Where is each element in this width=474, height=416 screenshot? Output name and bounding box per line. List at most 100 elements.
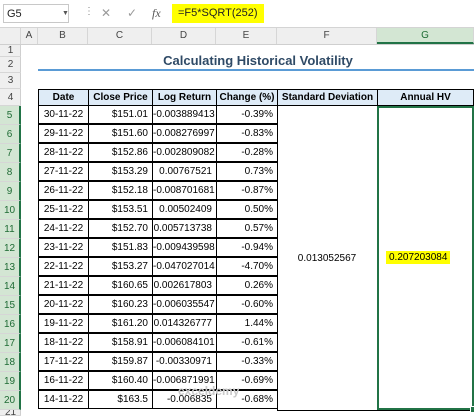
close-price-cell[interactable]: $160.23 bbox=[88, 295, 153, 314]
row-header-2[interactable]: 2 bbox=[0, 57, 21, 73]
date-cell[interactable]: 22-11-22 bbox=[38, 257, 89, 276]
log-return-cell[interactable]: 0.00502409 bbox=[152, 200, 217, 219]
change-cell[interactable]: -0.33% bbox=[216, 352, 278, 371]
row-header-15[interactable]: 15 bbox=[0, 296, 21, 315]
cancel-icon[interactable]: ✕ bbox=[101, 5, 111, 21]
date-cell[interactable]: 27-11-22 bbox=[38, 162, 89, 181]
change-cell[interactable]: 0.50% bbox=[216, 200, 278, 219]
close-price-cell[interactable]: $151.01 bbox=[88, 105, 153, 124]
change-cell[interactable]: -0.60% bbox=[216, 295, 278, 314]
date-cell[interactable]: 21-11-22 bbox=[38, 276, 89, 295]
log-return-cell[interactable]: 0.005713738 bbox=[152, 219, 217, 238]
date-cell[interactable]: 23-11-22 bbox=[38, 238, 89, 257]
header-annual-hv[interactable]: Annual HV bbox=[377, 89, 474, 106]
column-header-g[interactable]: G bbox=[377, 28, 474, 44]
row-header-18[interactable]: 18 bbox=[0, 353, 21, 372]
change-cell[interactable]: 0.73% bbox=[216, 162, 278, 181]
close-price-cell[interactable]: $153.27 bbox=[88, 257, 153, 276]
column-header-f[interactable]: F bbox=[277, 28, 377, 44]
row-header-4[interactable]: 4 bbox=[0, 89, 21, 106]
change-cell[interactable]: 1.44% bbox=[216, 314, 278, 333]
change-cell[interactable]: -0.94% bbox=[216, 238, 278, 257]
date-cell[interactable]: 14-11-22 bbox=[38, 390, 89, 409]
log-return-cell[interactable]: -0.047027014 bbox=[152, 257, 217, 276]
change-cell[interactable]: 0.26% bbox=[216, 276, 278, 295]
log-return-cell[interactable]: -0.009439598 bbox=[152, 238, 217, 257]
row-header-21[interactable]: 21 bbox=[0, 410, 21, 416]
header-standard-deviation[interactable]: Standard Deviation bbox=[277, 89, 378, 106]
date-cell[interactable]: 20-11-22 bbox=[38, 295, 89, 314]
date-cell[interactable]: 26-11-22 bbox=[38, 181, 89, 200]
change-cell[interactable]: 0.57% bbox=[216, 219, 278, 238]
close-price-cell[interactable]: $152.18 bbox=[88, 181, 153, 200]
log-return-cell[interactable]: 0.002617803 bbox=[152, 276, 217, 295]
row-header-12[interactable]: 12 bbox=[0, 239, 21, 258]
row-header-17[interactable]: 17 bbox=[0, 334, 21, 353]
log-return-cell[interactable]: -0.008276997 bbox=[152, 124, 217, 143]
close-price-cell[interactable]: $159.87 bbox=[88, 352, 153, 371]
fill-handle[interactable] bbox=[470, 406, 474, 413]
name-box[interactable]: G5 bbox=[3, 4, 69, 23]
formula-input[interactable]: =F5*SQRT(252) bbox=[172, 4, 264, 23]
date-cell[interactable]: 28-11-22 bbox=[38, 143, 89, 162]
log-return-cell[interactable]: -0.002809082 bbox=[152, 143, 217, 162]
close-price-cell[interactable]: $152.86 bbox=[88, 143, 153, 162]
change-cell[interactable]: -4.70% bbox=[216, 257, 278, 276]
header-log-return[interactable]: Log Return bbox=[152, 89, 217, 106]
close-price-cell[interactable]: $163.5 bbox=[88, 390, 153, 409]
confirm-icon[interactable]: ✓ bbox=[127, 5, 137, 21]
row-header-3[interactable]: 3 bbox=[0, 73, 21, 89]
header-close-price[interactable]: Close Price bbox=[88, 89, 153, 106]
row-header-13[interactable]: 13 bbox=[0, 258, 21, 277]
date-cell[interactable]: 16-11-22 bbox=[38, 371, 89, 390]
log-return-cell[interactable]: -0.006084101 bbox=[152, 333, 217, 352]
close-price-cell[interactable]: $151.60 bbox=[88, 124, 153, 143]
log-return-cell[interactable]: -0.008701681 bbox=[152, 181, 217, 200]
header-change[interactable]: Change (%) bbox=[216, 89, 278, 106]
date-cell[interactable]: 30-11-22 bbox=[38, 105, 89, 124]
row-header-7[interactable]: 7 bbox=[0, 144, 21, 163]
log-return-cell[interactable]: 0.014326777 bbox=[152, 314, 217, 333]
row-header-6[interactable]: 6 bbox=[0, 125, 21, 144]
function-icon[interactable]: fx bbox=[152, 5, 161, 21]
column-header-d[interactable]: D bbox=[152, 28, 216, 44]
row-header-9[interactable]: 9 bbox=[0, 182, 21, 201]
row-header-1[interactable]: 1 bbox=[0, 45, 21, 57]
column-header-a[interactable]: A bbox=[21, 28, 38, 44]
change-cell[interactable]: -0.87% bbox=[216, 181, 278, 200]
row-header-20[interactable]: 20 bbox=[0, 391, 21, 410]
date-cell[interactable]: 18-11-22 bbox=[38, 333, 89, 352]
row-header-19[interactable]: 19 bbox=[0, 372, 21, 391]
select-all-corner[interactable] bbox=[0, 28, 21, 44]
log-return-cell[interactable]: 0.00767521 bbox=[152, 162, 217, 181]
row-header-10[interactable]: 10 bbox=[0, 201, 21, 220]
log-return-cell[interactable]: -0.006035547 bbox=[152, 295, 217, 314]
close-price-cell[interactable]: $161.20 bbox=[88, 314, 153, 333]
log-return-cell[interactable]: -0.00330971 bbox=[152, 352, 217, 371]
close-price-cell[interactable]: $152.70 bbox=[88, 219, 153, 238]
close-price-cell[interactable]: $160.65 bbox=[88, 276, 153, 295]
row-header-8[interactable]: 8 bbox=[0, 163, 21, 182]
date-cell[interactable]: 29-11-22 bbox=[38, 124, 89, 143]
close-price-cell[interactable]: $153.29 bbox=[88, 162, 153, 181]
close-price-cell[interactable]: $158.91 bbox=[88, 333, 153, 352]
change-cell[interactable]: -0.28% bbox=[216, 143, 278, 162]
row-header-16[interactable]: 16 bbox=[0, 315, 21, 334]
row-header-5[interactable]: 5 bbox=[0, 106, 21, 125]
change-cell[interactable]: -0.61% bbox=[216, 333, 278, 352]
close-price-cell[interactable]: $151.83 bbox=[88, 238, 153, 257]
date-cell[interactable]: 17-11-22 bbox=[38, 352, 89, 371]
close-price-cell[interactable]: $153.51 bbox=[88, 200, 153, 219]
date-cell[interactable]: 24-11-22 bbox=[38, 219, 89, 238]
date-cell[interactable]: 25-11-22 bbox=[38, 200, 89, 219]
column-header-e[interactable]: E bbox=[216, 28, 277, 44]
row-header-11[interactable]: 11 bbox=[0, 220, 21, 239]
column-header-c[interactable]: C bbox=[88, 28, 152, 44]
close-price-cell[interactable]: $160.40 bbox=[88, 371, 153, 390]
log-return-cell[interactable]: -0.003889413 bbox=[152, 105, 217, 124]
change-cell[interactable]: -0.39% bbox=[216, 105, 278, 124]
date-cell[interactable]: 19-11-22 bbox=[38, 314, 89, 333]
change-cell[interactable]: -0.83% bbox=[216, 124, 278, 143]
header-date[interactable]: Date bbox=[38, 89, 89, 106]
dropdown-icon[interactable]: ▼ bbox=[62, 4, 69, 23]
